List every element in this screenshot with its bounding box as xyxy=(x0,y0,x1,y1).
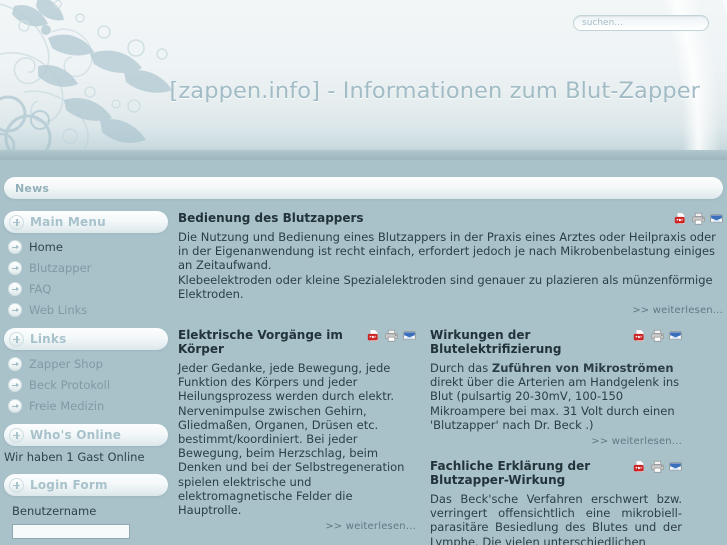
sidebar-item-home[interactable]: Home xyxy=(8,239,168,255)
module-whos-online: Who's Online Wir haben 1 Gast Online xyxy=(4,424,168,464)
sidebar-item-blutzapper[interactable]: Blutzapper xyxy=(8,260,168,276)
sidebar: Main Menu Home Blutzapper FAQ Web Links xyxy=(4,211,168,545)
module-header-main-menu: Main Menu xyxy=(4,211,168,233)
module-title: Who's Online xyxy=(30,428,122,442)
module-login-form: Login Form Benutzername xyxy=(4,474,168,540)
arrow-right-icon xyxy=(8,240,22,254)
module-header-whos-online: Who's Online xyxy=(4,424,168,446)
sidebar-item-label: Freie Medizin xyxy=(29,399,105,413)
email-icon[interactable] xyxy=(669,329,682,342)
sidebar-item-web-links[interactable]: Web Links xyxy=(8,302,168,318)
module-header-links: Links xyxy=(4,328,168,350)
article-title: Fachliche Erklärung der Blutzapper-Wirku… xyxy=(430,459,591,488)
module-body-links: Zapper Shop Beck Protokoll Freie Medizin xyxy=(4,350,168,414)
article-action-icons xyxy=(633,328,682,342)
content-row: Elektrische Vorgänge im Körper Jeder Ged… xyxy=(178,328,723,545)
sidebar-item-label: Web Links xyxy=(29,303,88,317)
sidebar-item-zapper-shop[interactable]: Zapper Shop xyxy=(8,356,168,372)
pdf-icon[interactable] xyxy=(633,329,646,342)
sidebar-item-label: FAQ xyxy=(29,282,52,296)
article-body-post: direkt über die Arterien am Handgelenk i… xyxy=(430,375,680,432)
article-bedienung-des-blutzappers: Bedienung des Blutzappers Die Nutzung un… xyxy=(178,211,723,316)
article-body: Durch das Zuführen von Mikroströmen dire… xyxy=(430,361,682,432)
username-field[interactable] xyxy=(12,524,130,539)
whos-online-text: Wir haben 1 Gast Online xyxy=(4,450,145,464)
arrow-right-icon xyxy=(8,261,22,275)
sidebar-item-label: Home xyxy=(29,240,63,254)
pdf-icon[interactable] xyxy=(674,212,687,225)
print-icon[interactable] xyxy=(651,329,664,342)
username-label: Benutzername xyxy=(12,504,97,518)
read-more-link[interactable]: >> weiterlesen... xyxy=(178,305,723,316)
arrow-right-icon xyxy=(8,282,22,296)
breadcrumb-label: News xyxy=(15,181,50,195)
site-title: [zappen.info] - Informationen zum Blut-Z… xyxy=(169,78,700,104)
read-more-link[interactable]: >> weiterlesen... xyxy=(430,436,682,447)
main-content: Bedienung des Blutzappers Die Nutzung un… xyxy=(168,211,723,545)
article-action-icons xyxy=(674,211,723,225)
email-icon[interactable] xyxy=(403,329,416,342)
module-body-main-menu: Home Blutzapper FAQ Web Links xyxy=(4,233,168,318)
sidebar-item-label: Blutzapper xyxy=(29,261,92,275)
plus-icon xyxy=(9,331,24,347)
module-title: Main Menu xyxy=(30,215,106,229)
article-body-emphasis: Zuführen von Mikroströmen xyxy=(491,361,674,376)
article-action-icons xyxy=(633,459,682,473)
module-links: Links Zapper Shop Beck Protokoll Freie M… xyxy=(4,328,168,414)
module-header-login-form: Login Form xyxy=(4,474,168,496)
plus-icon xyxy=(9,427,24,443)
article-wirkungen-der-blutelektrifizierung: Wirkungen der Blutelektrifizierung Durch… xyxy=(430,328,682,447)
article-body: Jeder Gedanke, jede Bewegung, jede Funkt… xyxy=(178,361,405,518)
arrow-right-icon xyxy=(8,357,22,371)
print-icon[interactable] xyxy=(692,212,705,225)
pdf-icon[interactable] xyxy=(367,329,380,342)
search-box[interactable] xyxy=(573,10,709,31)
sidebar-item-label: Zapper Shop xyxy=(29,357,103,371)
arrow-right-icon xyxy=(8,303,22,317)
content-row: Bedienung des Blutzappers Die Nutzung un… xyxy=(178,211,723,328)
print-icon[interactable] xyxy=(385,329,398,342)
module-main-menu: Main Menu Home Blutzapper FAQ Web Links xyxy=(4,211,168,318)
pdf-icon[interactable] xyxy=(633,460,646,473)
arrow-right-icon xyxy=(8,378,22,392)
article-title: Wirkungen der Blutelektrifizierung xyxy=(430,328,562,357)
article-body: Die Nutzung und Bedienung eines Blutzapp… xyxy=(178,230,716,301)
sidebar-item-faq[interactable]: FAQ xyxy=(8,281,168,297)
arrow-right-icon xyxy=(8,399,22,413)
plus-icon xyxy=(9,477,24,493)
sidebar-item-freie-medizin[interactable]: Freie Medizin xyxy=(8,398,168,414)
article-title: Elektrische Vorgänge im Körper xyxy=(178,328,343,357)
module-title: Links xyxy=(30,332,67,346)
plus-icon xyxy=(9,214,24,230)
article-action-icons xyxy=(367,328,416,342)
article-body-pre: Durch das xyxy=(430,361,492,376)
sidebar-item-beck-protokoll[interactable]: Beck Protokoll xyxy=(8,377,168,393)
email-icon[interactable] xyxy=(669,460,682,473)
read-more-link[interactable]: >> weiterlesen... xyxy=(178,521,416,532)
article-elektrische-vorgaenge-im-koerper: Elektrische Vorgänge im Körper Jeder Ged… xyxy=(178,328,416,532)
article-body: Das Beck'sche Verfahren erschwert bzw. v… xyxy=(430,492,682,545)
header-bottom-divider xyxy=(0,150,727,160)
article-title: Bedienung des Blutzappers xyxy=(178,211,364,225)
search-input[interactable] xyxy=(573,15,709,31)
site-header: [zappen.info] - Informationen zum Blut-Z… xyxy=(0,0,727,160)
article-fachliche-erklaerung: Fachliche Erklärung der Blutzapper-Wirku… xyxy=(430,459,682,545)
sidebar-item-label: Beck Protokoll xyxy=(29,378,111,392)
breadcrumb: News xyxy=(4,177,723,199)
email-icon[interactable] xyxy=(710,212,723,225)
module-title: Login Form xyxy=(30,478,108,492)
print-icon[interactable] xyxy=(651,460,664,473)
